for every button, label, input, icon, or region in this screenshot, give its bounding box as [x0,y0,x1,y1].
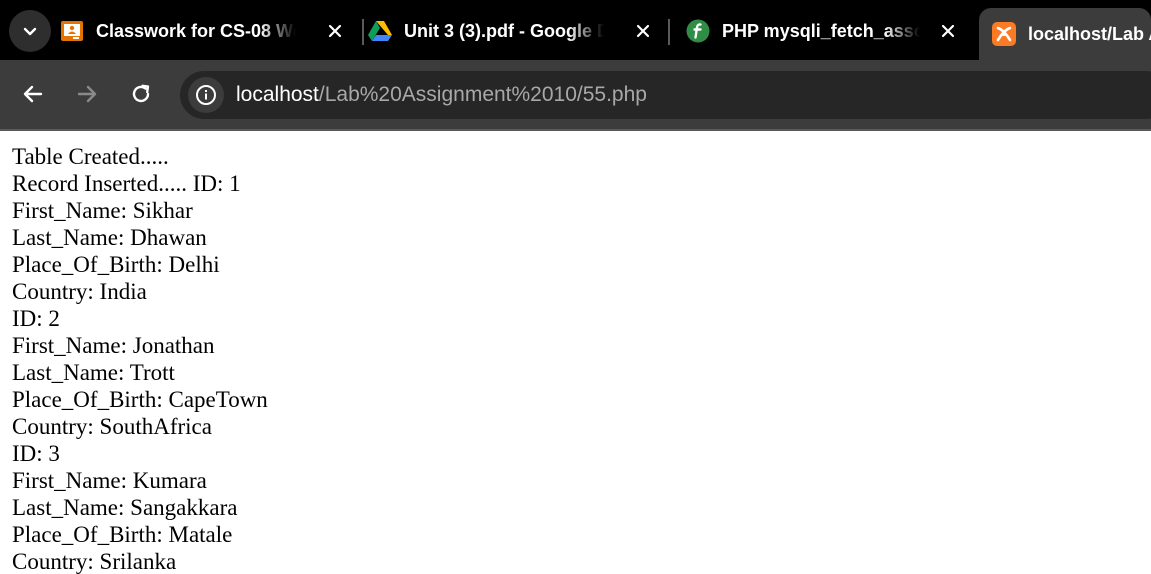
record-3-id: ID: 3 [12,441,60,466]
info-icon [196,85,216,105]
tab-separator [668,19,670,45]
site-info-button[interactable] [188,77,224,113]
status-table-created: Table Created..... [12,144,169,169]
record-2-country: Country: SouthAfrica [12,414,212,439]
close-icon [328,24,342,38]
record-1-id: Record Inserted..... ID: 1 [12,171,241,196]
close-icon [636,24,650,38]
google-drive-icon [368,19,392,43]
record-1-country: Country: India [12,279,147,304]
tab-title: Unit 3 (3).pdf - Google Drive [404,20,604,41]
php-site-icon [686,19,710,43]
chevron-down-icon [23,27,37,36]
record-2-first-name: First_Name: Jonathan [12,333,215,358]
tab-google-drive[interactable]: Unit 3 (3).pdf - Google Drive [368,8,666,54]
url-path: /Lab%20Assignment%2010/55.php [318,83,647,106]
google-classroom-icon [60,19,84,43]
record-3-first-name: First_Name: Kumara [12,468,207,493]
tab-title: Classwork for CS-08 Web [96,20,296,41]
browser-toolbar: localhost/Lab%20Assignment%2010/55.php [0,60,1151,129]
status-record-inserted: Record Inserted..... [12,171,187,196]
tab-close-button[interactable] [324,20,346,42]
arrow-right-icon [77,85,97,103]
back-button[interactable] [16,77,50,111]
record-3-place-of-birth: Place_Of_Birth: Matale [12,522,233,547]
record-1-first-name: First_Name: Sikhar [12,198,193,223]
page-content: Table Created..... Record Inserted..... … [12,143,1142,574]
address-bar[interactable]: localhost/Lab%20Assignment%2010/55.php [180,71,1151,119]
tab-classwork[interactable]: Classwork for CS-08 Web [60,8,358,54]
xampp-icon [992,22,1016,46]
record-1-place-of-birth: Place_Of_Birth: Delhi [12,252,220,277]
tab-close-button[interactable] [632,20,654,42]
arrow-left-icon [23,85,43,103]
tab-search-button[interactable] [9,10,51,52]
tab-close-button[interactable] [937,20,959,42]
tab-title: PHP mysqli_fetch_assoc() [722,20,920,41]
reload-icon [132,84,150,103]
url-text[interactable]: localhost/Lab%20Assignment%2010/55.php [236,83,647,107]
record-2-last-name: Last_Name: Trott [12,360,175,385]
tab-php-mysqli[interactable]: PHP mysqli_fetch_assoc() [686,8,971,54]
record-3-country: Country: Srilanka [12,549,177,574]
record-2-id: ID: 2 [12,306,60,331]
record-1-last-name: Last_Name: Dhawan [12,225,207,250]
tab-title: localhost/Lab Assignment [1028,23,1151,44]
reload-button[interactable] [124,77,158,111]
tab-localhost[interactable]: localhost/Lab Assignment [979,8,1151,60]
record-2-place-of-birth: Place_Of_Birth: CapeTown [12,387,268,412]
tab-separator [362,19,364,45]
url-host: localhost [236,83,319,106]
close-icon [941,24,955,38]
tab-strip: Classwork for CS-08 Web Unit 3 (3).pdf -… [0,0,1151,60]
forward-button[interactable] [70,77,104,111]
toolbar-divider [0,129,1151,131]
record-3-last-name: Last_Name: Sangakkara [12,495,238,520]
